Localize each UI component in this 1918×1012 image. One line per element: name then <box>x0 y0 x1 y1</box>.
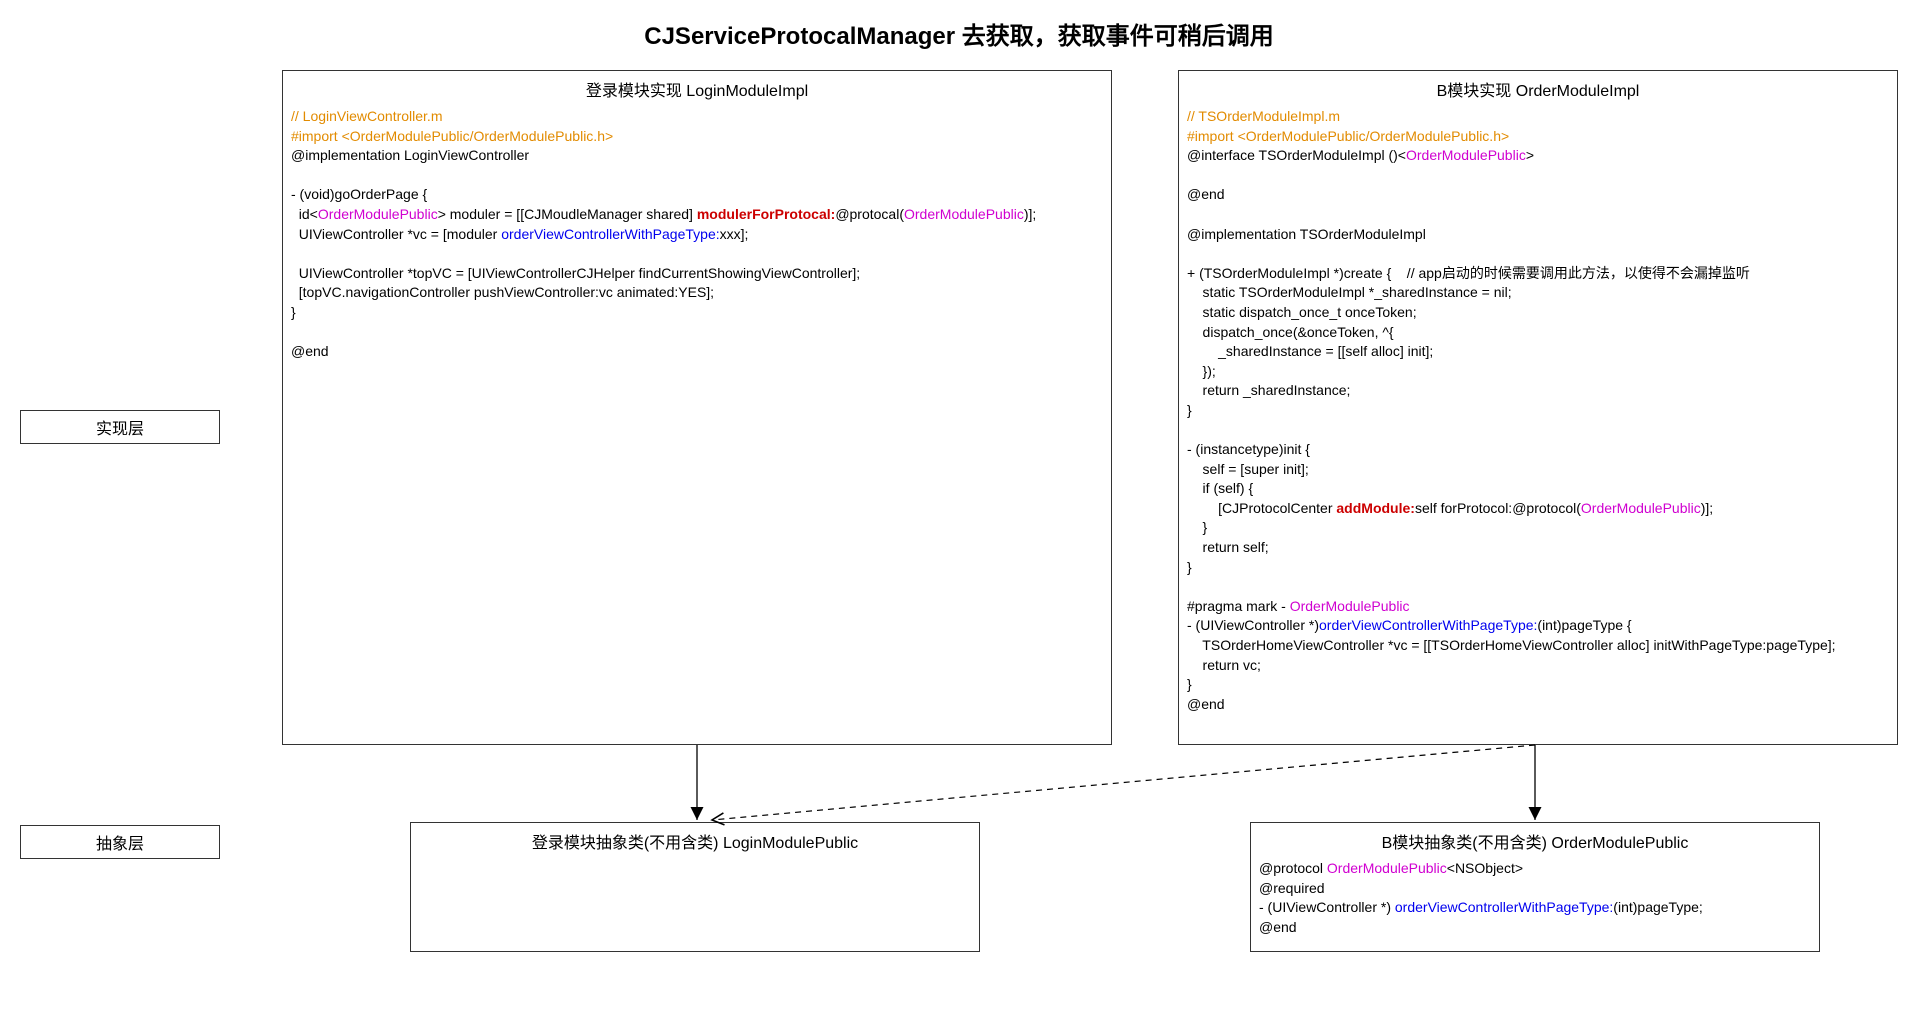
box-order-public: B模块抽象类(不用含类) OrderModulePublic @protocol… <box>1250 822 1820 952</box>
box-login-impl: 登录模块实现 LoginModuleImpl // LoginViewContr… <box>282 70 1112 745</box>
box-order-impl: B模块实现 OrderModuleImpl // TSOrderModuleIm… <box>1178 70 1898 745</box>
box-order-public-title: B模块抽象类(不用含类) OrderModulePublic <box>1259 829 1811 853</box>
diagram-title: CJServiceProtocalManager 去获取，获取事件可稍后调用 <box>0 16 1918 51</box>
layer-label-abstract: 抽象层 <box>20 825 220 859</box>
box-login-public: 登录模块抽象类(不用含类) LoginModulePublic <box>410 822 980 952</box>
layer-label-impl: 实现层 <box>20 410 220 444</box>
box-login-impl-code: // LoginViewController.m #import <OrderM… <box>291 107 1103 362</box>
box-login-impl-title: 登录模块实现 LoginModuleImpl <box>291 77 1103 101</box>
box-order-impl-title: B模块实现 OrderModuleImpl <box>1187 77 1889 101</box>
box-login-public-title: 登录模块抽象类(不用含类) LoginModulePublic <box>419 829 971 853</box>
box-order-impl-code: // TSOrderModuleImpl.m #import <OrderMod… <box>1187 107 1889 714</box>
box-order-public-code: @protocol OrderModulePublic<NSObject> @r… <box>1259 859 1811 937</box>
